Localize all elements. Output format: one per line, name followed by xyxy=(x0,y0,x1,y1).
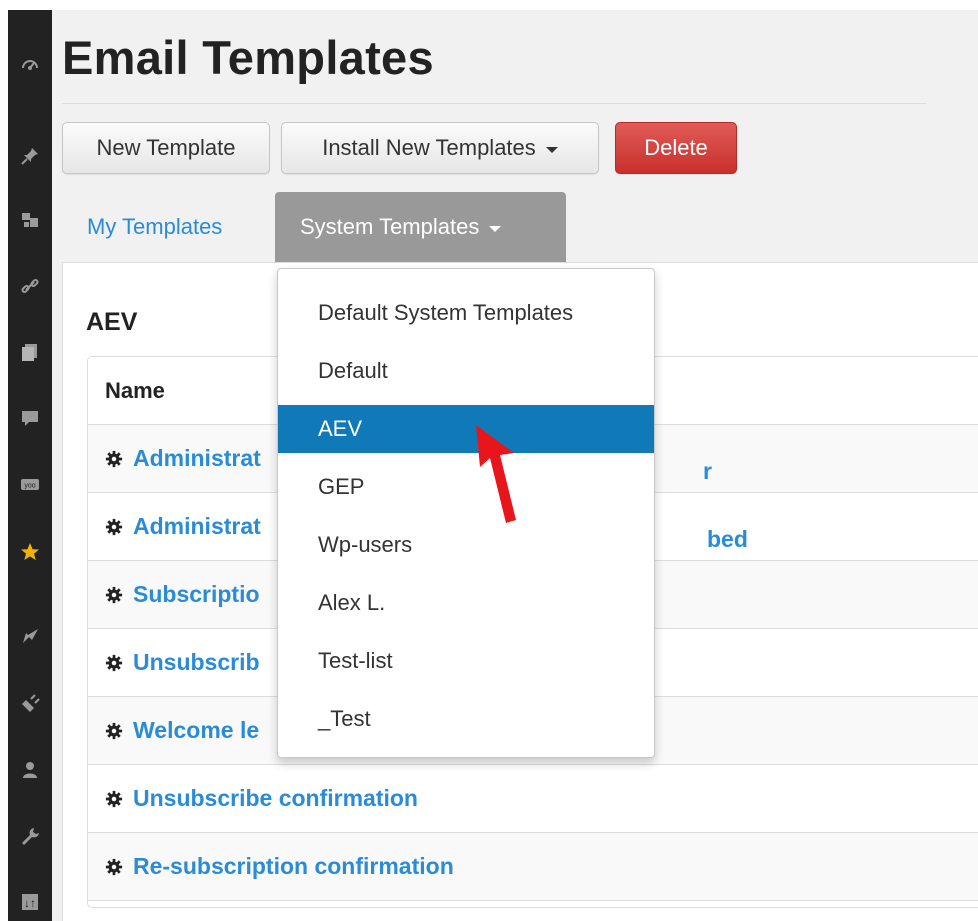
dropdown-item[interactable]: Test-list xyxy=(278,637,654,685)
pin-icon[interactable] xyxy=(18,144,42,168)
page-title: Email Templates xyxy=(62,31,434,84)
delete-button[interactable]: Delete xyxy=(615,122,737,174)
caret-down-icon xyxy=(545,146,558,153)
pages-icon[interactable] xyxy=(18,340,42,364)
left-edge xyxy=(0,0,8,921)
comments-icon[interactable] xyxy=(18,406,42,430)
new-template-label: New Template xyxy=(96,135,236,160)
row-link[interactable]: Unsubscrib xyxy=(133,649,260,676)
table-row[interactable]: Re-subscription confirmation xyxy=(88,833,978,901)
appearance-icon[interactable] xyxy=(18,624,42,648)
star-icon[interactable] xyxy=(18,540,42,564)
row-link-tail[interactable]: bed xyxy=(707,526,748,553)
install-templates-button[interactable]: Install New Templates xyxy=(281,122,599,174)
gear-icon xyxy=(105,586,123,603)
dashboard-icon[interactable] xyxy=(18,54,42,78)
delete-label: Delete xyxy=(644,135,708,160)
dropdown-item[interactable]: Default System Templates xyxy=(278,289,654,337)
gear-icon xyxy=(105,654,123,671)
table-row[interactable]: Unsubscribe confirmation xyxy=(88,765,978,833)
tab-system-templates-label: System Templates xyxy=(300,214,480,239)
gear-icon xyxy=(105,790,123,807)
tab-system-templates[interactable]: System Templates xyxy=(275,192,566,262)
svg-text:↓↑: ↓↑ xyxy=(24,896,36,910)
row-link-tail[interactable]: r xyxy=(703,458,712,485)
dropdown-item[interactable]: Default xyxy=(278,347,654,395)
media-icon[interactable] xyxy=(18,208,42,232)
tab-my-templates-label: My Templates xyxy=(87,214,223,239)
plugins-icon[interactable] xyxy=(18,692,42,716)
plugin-icon[interactable]: yoo xyxy=(18,472,42,496)
dropdown-item[interactable]: _Test xyxy=(278,695,654,743)
svg-text:yoo: yoo xyxy=(24,483,35,490)
users-icon[interactable] xyxy=(18,758,42,782)
admin-sidebar: yoo ↓↑ xyxy=(8,10,52,921)
gear-icon xyxy=(105,518,123,535)
row-link[interactable]: Administrat xyxy=(133,513,261,540)
row-link[interactable]: Welcome le xyxy=(133,717,259,744)
gear-icon xyxy=(105,722,123,739)
settings-icon[interactable]: ↓↑ xyxy=(18,890,42,914)
row-link[interactable]: Re-subscription confirmation xyxy=(133,853,454,880)
new-template-button[interactable]: New Template xyxy=(62,122,270,174)
top-edge xyxy=(0,0,978,10)
tab-my-templates[interactable]: My Templates xyxy=(62,192,268,262)
section-title: AEV xyxy=(86,308,138,336)
caret-down-icon xyxy=(489,225,502,232)
title-divider xyxy=(62,103,926,104)
dropdown-item[interactable]: Alex L. xyxy=(278,579,654,627)
row-link[interactable]: Subscriptio xyxy=(133,581,260,608)
gear-icon xyxy=(105,450,123,467)
link-icon[interactable] xyxy=(18,274,42,298)
gear-icon xyxy=(105,858,123,875)
row-link[interactable]: Unsubscribe confirmation xyxy=(133,785,418,812)
install-templates-label: Install New Templates xyxy=(322,135,536,160)
annotation-arrow-icon xyxy=(476,425,516,523)
tools-icon[interactable] xyxy=(18,824,42,848)
row-link[interactable]: Administrat xyxy=(133,445,261,472)
